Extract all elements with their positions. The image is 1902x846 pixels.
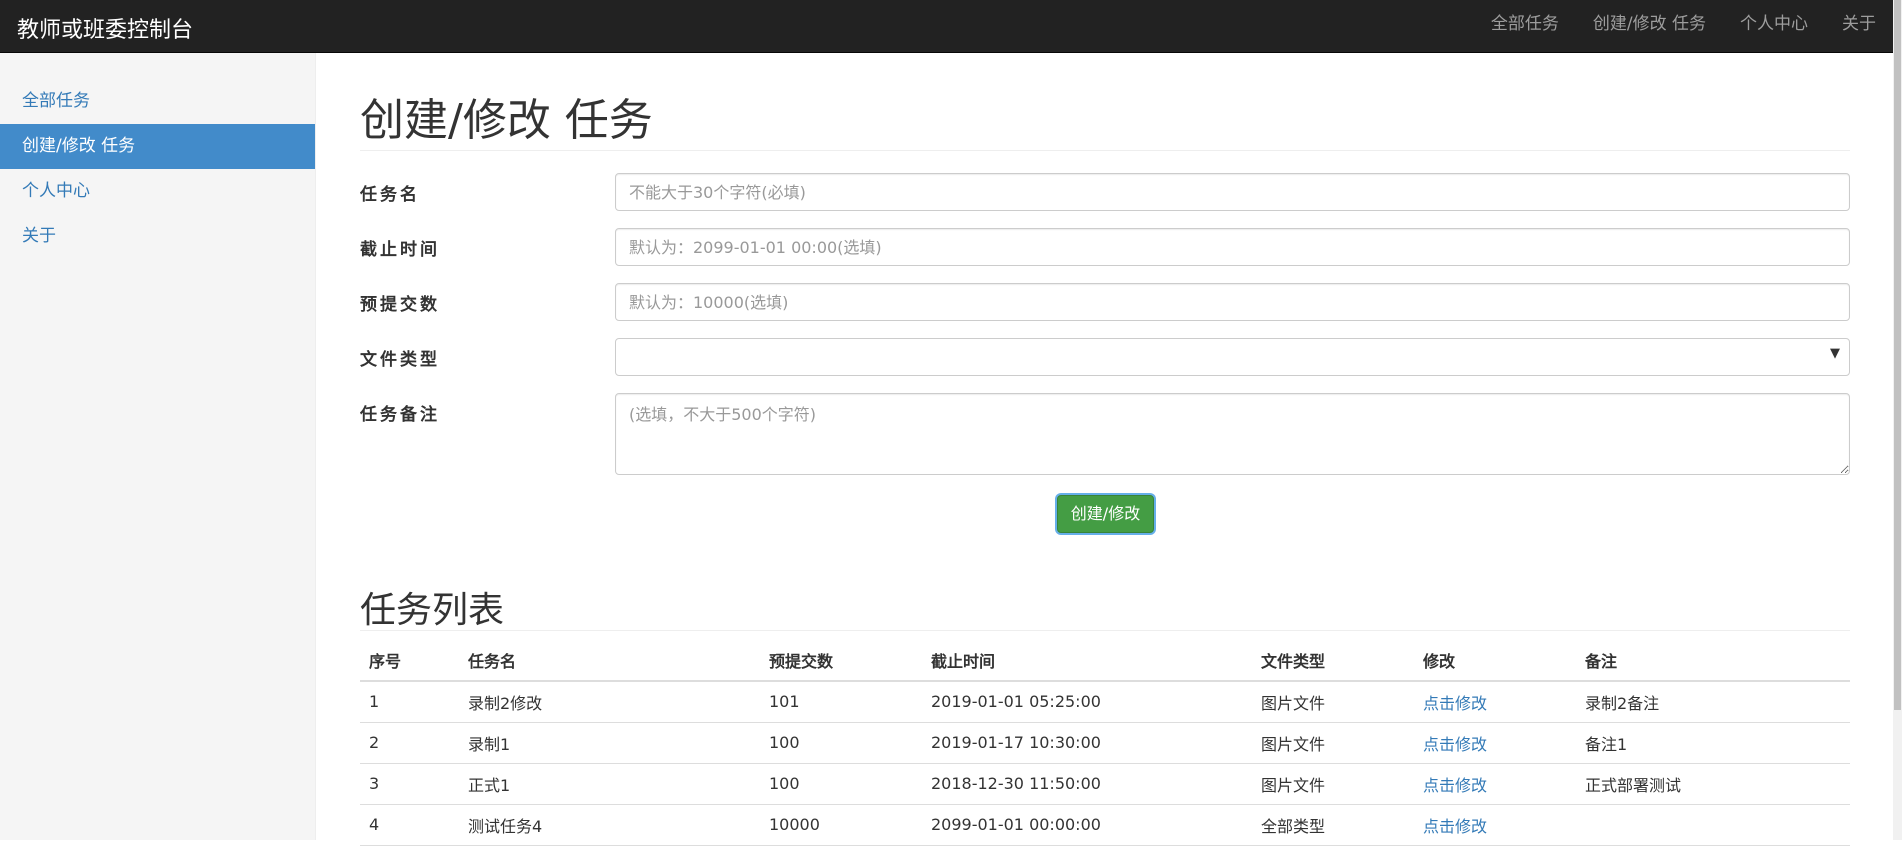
sidebar-item-create-edit-task[interactable]: 创建/修改 任务 bbox=[0, 124, 315, 169]
cell-index: 4 bbox=[360, 804, 459, 846]
deadline-row: 截止时间 bbox=[360, 228, 1850, 283]
cell-deadline: 2099-01-01 00:00:00 bbox=[922, 804, 1252, 846]
table-row: 2 录制1 100 2019-01-17 10:30:00 图片文件 点击修改 … bbox=[360, 722, 1850, 764]
col-header-edit: 修改 bbox=[1414, 639, 1576, 682]
task-table: 序号 任务名 预提交数 截止时间 文件类型 修改 备注 1 录制2修改 101 … bbox=[360, 639, 1850, 846]
expected-count-label: 预提交数 bbox=[360, 295, 440, 315]
cell-edit: 点击修改 bbox=[1414, 763, 1576, 805]
cell-note: 录制2备注 bbox=[1576, 681, 1850, 723]
sidebar: 全部任务 创建/修改 任务 个人中心 关于 bbox=[0, 53, 316, 840]
page-scrollbar[interactable] bbox=[1893, 0, 1902, 840]
cell-count: 100 bbox=[760, 722, 922, 764]
cell-type: 图片文件 bbox=[1252, 681, 1414, 723]
edit-link[interactable]: 点击修改 bbox=[1423, 694, 1487, 713]
task-table-header: 序号 任务名 预提交数 截止时间 文件类型 修改 备注 bbox=[360, 639, 1850, 682]
file-type-select[interactable]: ▼ bbox=[615, 338, 1850, 376]
topnav-about[interactable]: 关于 bbox=[1825, 0, 1893, 53]
navbar-brand[interactable]: 教师或班委控制台 bbox=[17, 12, 193, 44]
top-navbar: 教师或班委控制台 全部任务 创建/修改 任务 个人中心 关于 bbox=[0, 0, 1893, 53]
cell-count: 100 bbox=[760, 763, 922, 805]
scrollbar-thumb[interactable] bbox=[1894, 0, 1901, 710]
note-label: 任务备注 bbox=[360, 405, 440, 425]
cell-note: 备注1 bbox=[1576, 722, 1850, 764]
table-row: 4 测试任务4 10000 2099-01-01 00:00:00 全部类型 点… bbox=[360, 804, 1850, 846]
task-form: 任务名 截止时间 预提交数 文件类型 ▼ 任务备注 创建/修改 bbox=[360, 173, 1850, 535]
sidebar-item-personal-center[interactable]: 个人中心 bbox=[0, 169, 315, 214]
col-header-type: 文件类型 bbox=[1252, 639, 1414, 682]
expected-count-input[interactable] bbox=[615, 283, 1850, 321]
cell-index: 1 bbox=[360, 681, 459, 723]
page-title: 创建/修改 任务 bbox=[360, 73, 1850, 151]
deadline-label: 截止时间 bbox=[360, 240, 440, 260]
col-header-index: 序号 bbox=[360, 639, 459, 682]
cell-edit: 点击修改 bbox=[1414, 804, 1576, 846]
cell-edit: 点击修改 bbox=[1414, 722, 1576, 764]
cell-note: 正式部署测试 bbox=[1576, 763, 1850, 805]
task-name-label: 任务名 bbox=[360, 185, 420, 205]
task-name-row: 任务名 bbox=[360, 173, 1850, 228]
cell-name: 测试任务4 bbox=[459, 804, 760, 846]
task-list-title: 任务列表 bbox=[360, 579, 1850, 631]
cell-name: 录制1 bbox=[459, 722, 760, 764]
topnav-create-edit-task[interactable]: 创建/修改 任务 bbox=[1576, 0, 1723, 53]
cell-deadline: 2019-01-01 05:25:00 bbox=[922, 681, 1252, 723]
cell-index: 3 bbox=[360, 763, 459, 805]
col-header-deadline: 截止时间 bbox=[922, 639, 1252, 682]
cell-name: 正式1 bbox=[459, 763, 760, 805]
cell-type: 图片文件 bbox=[1252, 722, 1414, 764]
top-nav-links: 全部任务 创建/修改 任务 个人中心 关于 bbox=[1474, 0, 1893, 53]
file-type-row: 文件类型 ▼ bbox=[360, 338, 1850, 393]
col-header-count: 预提交数 bbox=[760, 639, 922, 682]
cell-type: 全部类型 bbox=[1252, 804, 1414, 846]
expected-count-row: 预提交数 bbox=[360, 283, 1850, 338]
submit-row: 创建/修改 bbox=[360, 495, 1850, 535]
col-header-note: 备注 bbox=[1576, 639, 1850, 682]
note-row: 任务备注 bbox=[360, 393, 1850, 493]
select-caret-icon: ▼ bbox=[1830, 346, 1840, 361]
sidebar-item-about[interactable]: 关于 bbox=[0, 214, 315, 259]
edit-link[interactable]: 点击修改 bbox=[1423, 817, 1487, 836]
task-name-input[interactable] bbox=[615, 173, 1850, 211]
cell-type: 图片文件 bbox=[1252, 763, 1414, 805]
edit-link[interactable]: 点击修改 bbox=[1423, 776, 1487, 795]
edit-link[interactable]: 点击修改 bbox=[1423, 735, 1487, 754]
topnav-all-tasks[interactable]: 全部任务 bbox=[1474, 0, 1576, 53]
sidebar-item-all-tasks[interactable]: 全部任务 bbox=[0, 79, 315, 124]
cell-index: 2 bbox=[360, 722, 459, 764]
main-content: 创建/修改 任务 任务名 截止时间 预提交数 文件类型 ▼ 任务备注 创建/修改 bbox=[360, 53, 1850, 846]
deadline-input[interactable] bbox=[615, 228, 1850, 266]
cell-name: 录制2修改 bbox=[459, 681, 760, 723]
col-header-name: 任务名 bbox=[459, 639, 760, 682]
create-edit-button[interactable]: 创建/修改 bbox=[1057, 495, 1154, 533]
file-type-label: 文件类型 bbox=[360, 350, 440, 370]
table-row: 3 正式1 100 2018-12-30 11:50:00 图片文件 点击修改 … bbox=[360, 763, 1850, 805]
cell-deadline: 2018-12-30 11:50:00 bbox=[922, 763, 1252, 805]
topnav-personal-center[interactable]: 个人中心 bbox=[1723, 0, 1825, 53]
cell-count: 10000 bbox=[760, 804, 922, 846]
note-textarea[interactable] bbox=[615, 393, 1850, 475]
cell-count: 101 bbox=[760, 681, 922, 723]
cell-note bbox=[1576, 804, 1850, 846]
cell-edit: 点击修改 bbox=[1414, 681, 1576, 723]
table-row: 1 录制2修改 101 2019-01-01 05:25:00 图片文件 点击修… bbox=[360, 681, 1850, 723]
cell-deadline: 2019-01-17 10:30:00 bbox=[922, 722, 1252, 764]
